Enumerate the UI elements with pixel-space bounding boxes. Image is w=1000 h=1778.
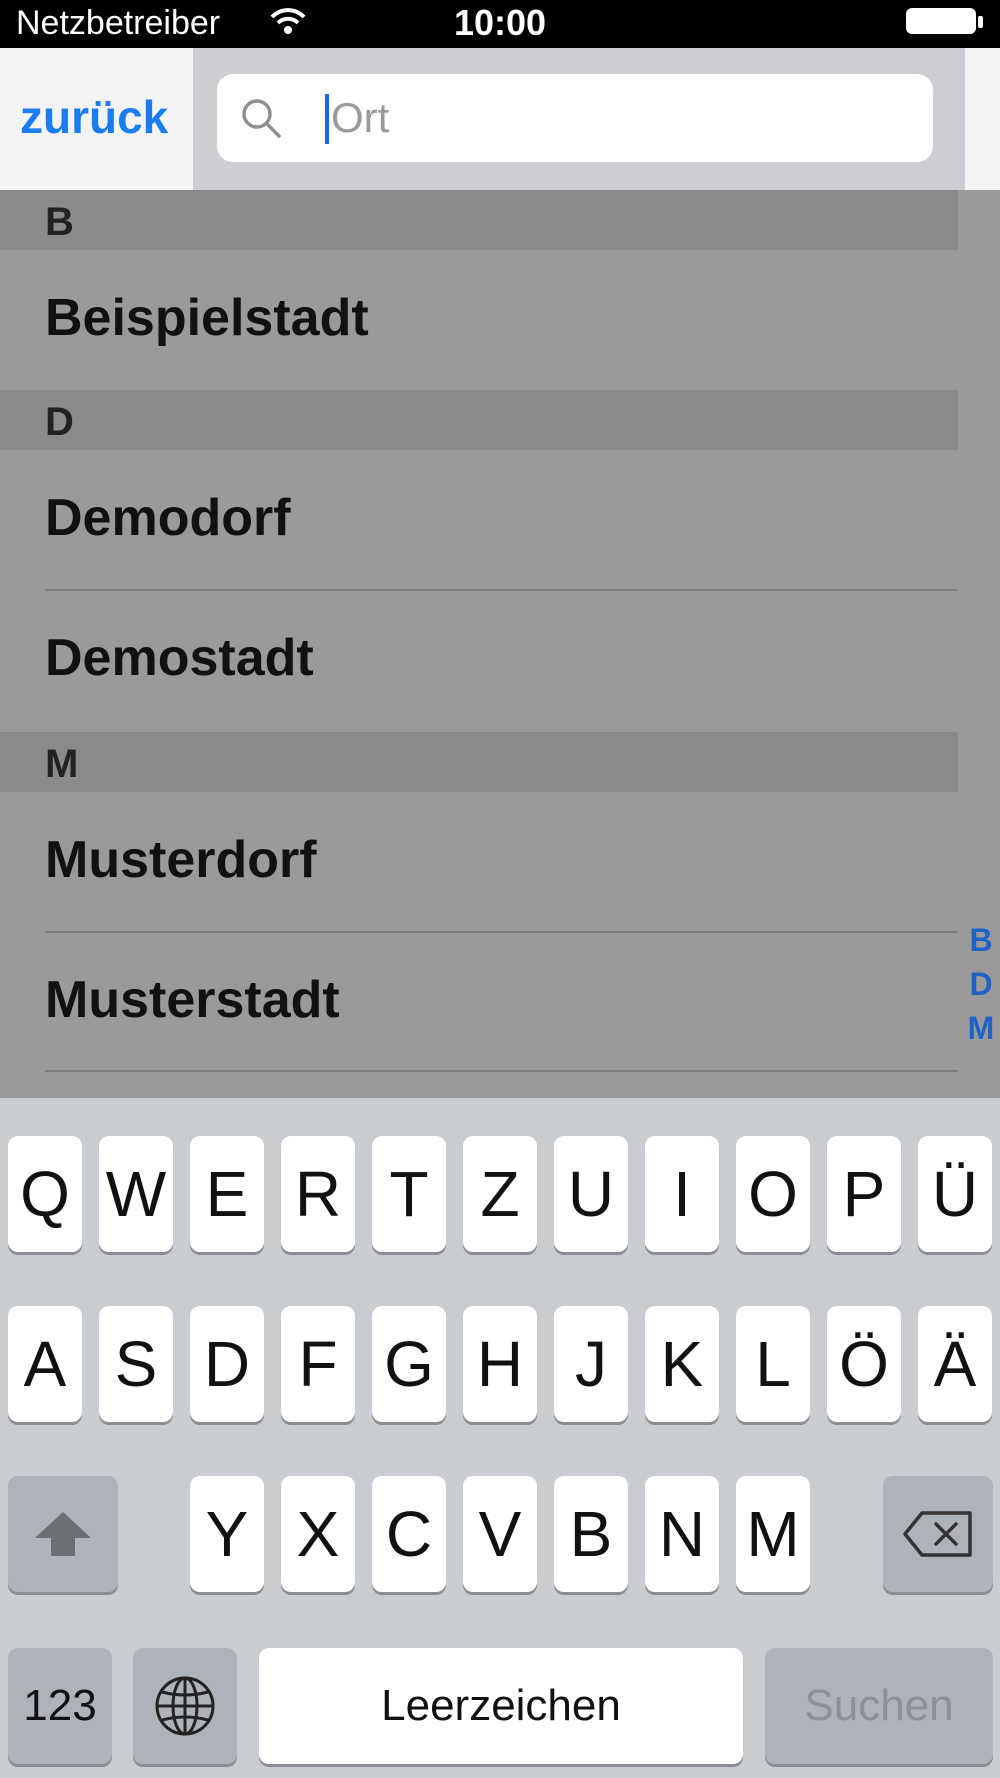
key-h[interactable]: H <box>463 1306 537 1422</box>
search-field[interactable] <box>217 74 933 162</box>
key-k[interactable]: K <box>645 1306 719 1422</box>
list-item[interactable]: Beispielstadt <box>0 250 958 388</box>
list-item[interactable]: Demodorf <box>0 450 958 588</box>
key-ue[interactable]: Ü <box>918 1136 992 1252</box>
key-c[interactable]: C <box>372 1476 446 1592</box>
row-divider <box>45 1070 958 1072</box>
globe-key[interactable] <box>133 1648 237 1764</box>
key-o[interactable]: O <box>736 1136 810 1252</box>
index-item-b[interactable]: B <box>962 918 1000 962</box>
city-list[interactable]: B Beispielstadt D Demodorf Demostadt M M… <box>0 190 1000 1098</box>
section-header: M <box>0 732 958 792</box>
globe-icon <box>155 1676 215 1736</box>
list-item[interactable]: Musterstadt <box>0 932 958 1070</box>
key-t[interactable]: T <box>372 1136 446 1252</box>
list-item[interactable]: Demostadt <box>0 590 958 728</box>
index-item-m[interactable]: M <box>962 1006 1000 1050</box>
key-q[interactable]: Q <box>8 1136 82 1252</box>
numbers-key[interactable]: 123 <box>8 1648 112 1764</box>
section-header-label: B <box>45 200 74 244</box>
delete-key[interactable] <box>883 1476 993 1592</box>
shift-icon <box>35 1512 91 1556</box>
status-bar: Netzbetreiber 10:00 <box>0 0 1000 48</box>
search-input[interactable] <box>331 90 891 146</box>
key-d[interactable]: D <box>190 1306 264 1422</box>
key-l[interactable]: L <box>736 1306 810 1422</box>
key-s[interactable]: S <box>99 1306 173 1422</box>
list-item[interactable]: Musterdorf <box>0 792 958 930</box>
key-g[interactable]: G <box>372 1306 446 1422</box>
key-i[interactable]: I <box>645 1136 719 1252</box>
keyboard: Q W E R T Z U I O P Ü A S D F G H J K L … <box>0 1098 1000 1778</box>
space-key[interactable]: Leerzeichen <box>259 1648 743 1764</box>
battery-icon <box>906 8 986 38</box>
search-icon <box>242 99 281 138</box>
section-header-label: M <box>45 742 79 786</box>
list-item-label: Beispielstadt <box>45 289 369 347</box>
section-index[interactable]: B D M <box>962 918 1000 1050</box>
list-item-label: Musterstadt <box>45 971 340 1029</box>
section-header: B <box>0 190 958 250</box>
text-caret <box>325 94 329 144</box>
key-x[interactable]: X <box>281 1476 355 1592</box>
key-m[interactable]: M <box>736 1476 810 1592</box>
list-item-label: Demostadt <box>45 629 314 687</box>
nav-bar: zurück <box>0 48 1000 190</box>
back-button[interactable]: zurück <box>20 90 168 144</box>
key-n[interactable]: N <box>645 1476 719 1592</box>
key-v[interactable]: V <box>463 1476 537 1592</box>
key-p[interactable]: P <box>827 1136 901 1252</box>
shift-key[interactable] <box>8 1476 118 1592</box>
key-ae[interactable]: Ä <box>918 1306 992 1422</box>
search-bar <box>193 48 965 190</box>
key-b[interactable]: B <box>554 1476 628 1592</box>
key-e[interactable]: E <box>190 1136 264 1252</box>
list-item-label: Musterdorf <box>45 831 317 889</box>
key-w[interactable]: W <box>99 1136 173 1252</box>
key-a[interactable]: A <box>8 1306 82 1422</box>
key-r[interactable]: R <box>281 1136 355 1252</box>
key-f[interactable]: F <box>281 1306 355 1422</box>
search-key[interactable]: Suchen <box>765 1648 993 1764</box>
section-header: D <box>0 390 958 450</box>
clock: 10:00 <box>453 2 547 43</box>
index-item-d[interactable]: D <box>962 962 1000 1006</box>
key-z[interactable]: Z <box>463 1136 537 1252</box>
key-u[interactable]: U <box>554 1136 628 1252</box>
key-y[interactable]: Y <box>190 1476 264 1592</box>
key-j[interactable]: J <box>554 1306 628 1422</box>
list-item-label: Demodorf <box>45 489 291 547</box>
section-header-label: D <box>45 400 74 444</box>
delete-icon <box>903 1511 972 1557</box>
key-oe[interactable]: Ö <box>827 1306 901 1422</box>
